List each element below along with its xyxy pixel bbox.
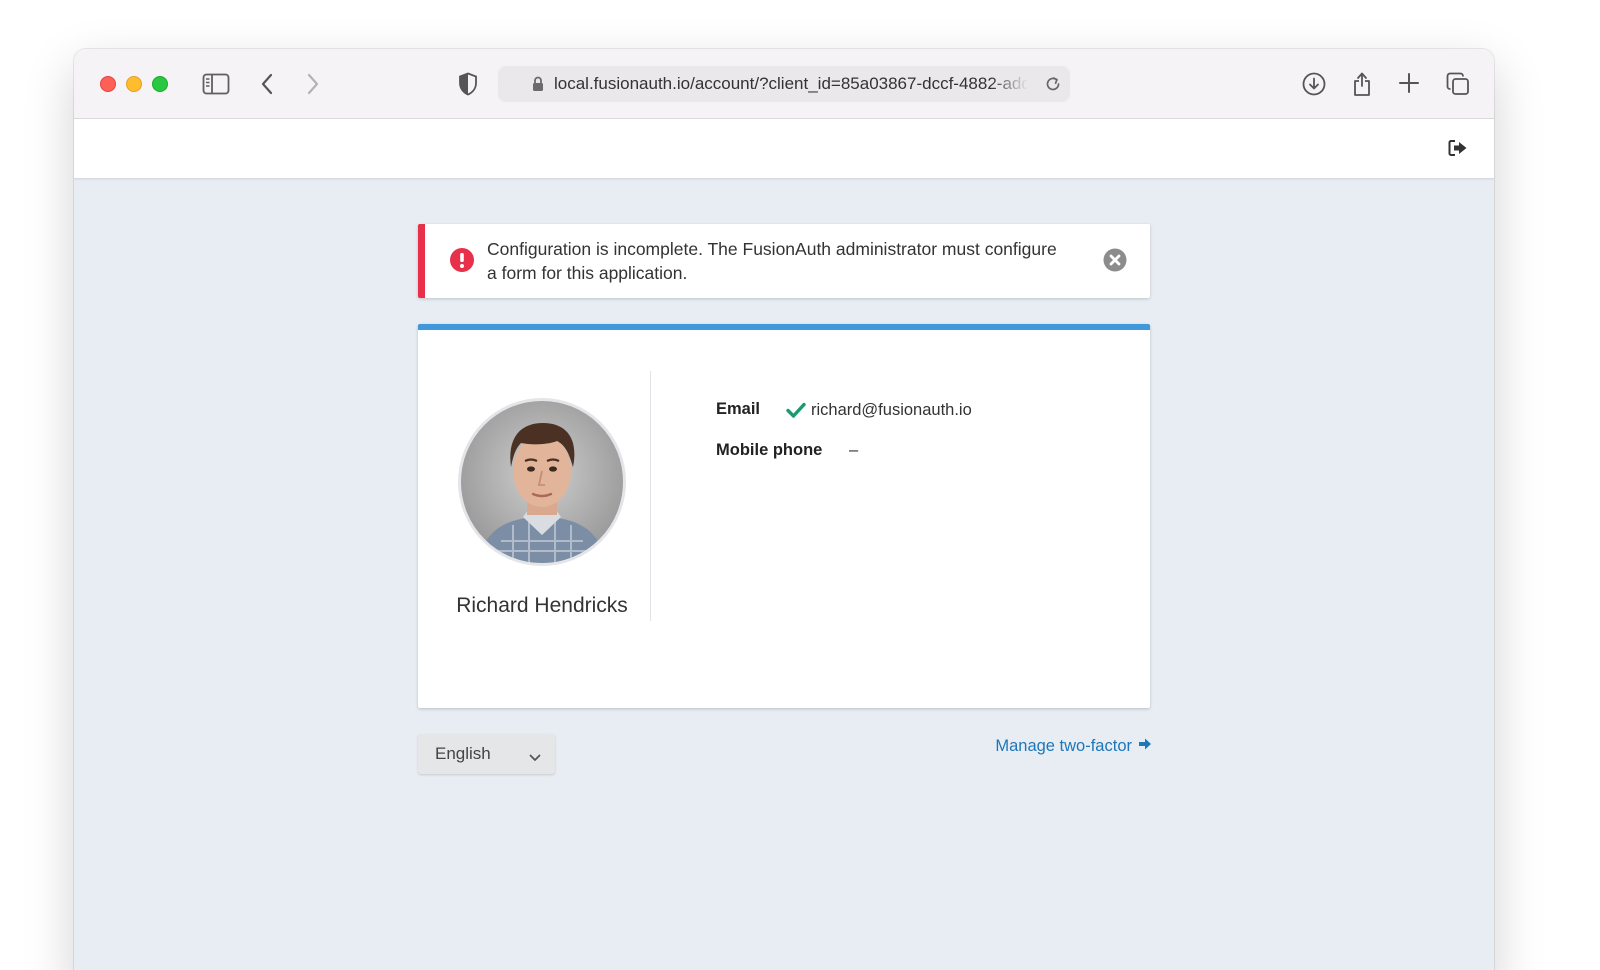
avatar	[458, 398, 626, 566]
new-tab-icon[interactable]	[1399, 73, 1419, 93]
close-window-button[interactable]	[100, 76, 116, 92]
lock-icon	[532, 76, 544, 97]
chevron-down-icon	[529, 749, 541, 767]
back-arrow-icon[interactable]	[260, 73, 274, 95]
language-select[interactable]: English	[418, 734, 555, 774]
logout-icon[interactable]	[1448, 139, 1468, 162]
mobile-phone-value: –	[849, 441, 859, 459]
download-icon[interactable]	[1302, 72, 1326, 96]
manage-two-factor-link[interactable]: Manage two-factor	[990, 737, 1152, 756]
zoom-window-button[interactable]	[152, 76, 168, 92]
minimize-window-button[interactable]	[126, 76, 142, 92]
email-label: Email	[716, 400, 761, 418]
error-alert: Configuration is incomplete. The FusionA…	[418, 224, 1150, 298]
user-full-name: Richard Hendricks	[456, 594, 628, 617]
close-alert-icon[interactable]	[1103, 248, 1127, 277]
address-bar[interactable]: local.fusionauth.io/account/?client_id=8…	[498, 66, 1070, 102]
panel-divider	[650, 371, 651, 621]
email-value: richard@fusionauth.io	[811, 401, 972, 419]
verified-check-icon	[786, 402, 806, 423]
privacy-shield-icon[interactable]	[458, 72, 478, 96]
browser-window: local.fusionauth.io/account/?client_id=8…	[74, 49, 1494, 970]
manage-two-factor-label: Manage two-factor	[995, 737, 1132, 755]
arrow-right-icon	[1138, 737, 1152, 756]
reload-icon[interactable]	[1044, 75, 1062, 98]
profile-panel: Richard Hendricks Email richard@fusionau…	[418, 324, 1150, 708]
exclamation-icon	[450, 248, 474, 277]
browser-toolbar: local.fusionauth.io/account/?client_id=8…	[74, 49, 1494, 119]
alert-message: Configuration is incomplete. The FusionA…	[487, 239, 1057, 283]
language-selected: English	[435, 744, 491, 763]
forward-arrow-icon[interactable]	[306, 73, 320, 95]
share-icon[interactable]	[1352, 69, 1372, 97]
mobile-phone-label: Mobile phone	[716, 441, 823, 459]
sidebar-toggle-icon[interactable]	[202, 73, 230, 95]
url-text[interactable]: local.fusionauth.io/account/?client_id=8…	[554, 74, 1028, 94]
tab-overview-icon[interactable]	[1446, 72, 1470, 96]
app-header	[74, 119, 1494, 179]
